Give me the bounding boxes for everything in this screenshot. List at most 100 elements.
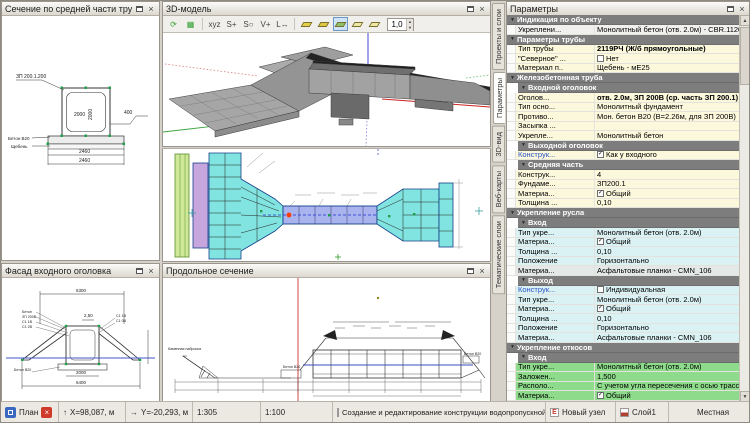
param-value[interactable]: 0,10: [595, 247, 739, 256]
param-row[interactable]: Засыпка ...: [507, 122, 739, 132]
param-value[interactable]: Монолитный бетон: [595, 131, 739, 140]
param-value[interactable]: С учетом угла пересечения с осью трассы: [595, 381, 739, 390]
param-row[interactable]: Заложен...1,500: [507, 372, 739, 382]
param-row[interactable]: Материа...✓Общий: [507, 305, 739, 315]
param-value[interactable]: ✓Общий: [595, 189, 739, 198]
float-window-icon[interactable]: [465, 266, 475, 276]
close-icon[interactable]: ×: [737, 4, 747, 14]
param-value[interactable]: 2119РЧ (Ж/б прямоугольные): [595, 44, 739, 53]
float-window-icon[interactable]: [134, 4, 144, 14]
param-section-header[interactable]: ▼Параметры трубы: [507, 35, 739, 45]
parameters-scrollbar[interactable]: ▲ ▼: [739, 15, 750, 402]
float-window-icon[interactable]: [465, 4, 475, 14]
param-row[interactable]: Толщина ...0,10: [507, 314, 739, 324]
param-row[interactable]: Материа...✓Общий: [507, 238, 739, 248]
plan-tab[interactable]: План ×: [1, 402, 59, 422]
param-value[interactable]: Горизонтально: [595, 323, 739, 332]
param-value[interactable]: 1,500: [595, 372, 739, 381]
plan-canvas[interactable]: [163, 149, 490, 261]
facade-titlebar[interactable]: Фасад входного оголовка ×: [2, 264, 159, 278]
param-section-header[interactable]: ▼Железобетонная труба: [507, 73, 739, 83]
param-row[interactable]: Толщина ...0,10: [507, 247, 739, 257]
slab-yellow-icon[interactable]: [316, 17, 331, 31]
checkbox[interactable]: [597, 286, 604, 293]
snap-s2-icon[interactable]: S○: [241, 17, 256, 31]
model3d-viewport[interactable]: [163, 33, 490, 146]
param-row[interactable]: ПоложениеГоризонтально: [507, 324, 739, 334]
param-value[interactable]: Монолитный бетон (отв. 2.0м): [595, 295, 739, 304]
param-section-header[interactable]: ▼Средняя часть: [518, 160, 739, 170]
slab-shaded-icon[interactable]: [333, 17, 348, 31]
param-section-header[interactable]: ▼Укрепление русла: [507, 208, 739, 218]
param-row[interactable]: Тип укре...Монолитный бетон (отв. 2.0м): [507, 228, 739, 238]
longitudinal-canvas[interactable]: Каменная наброска Бетон В20 Бетон В20: [163, 278, 490, 402]
param-row[interactable]: Конструк...✓Как у входного: [507, 151, 739, 161]
float-window-icon[interactable]: [134, 266, 144, 276]
refresh-icon[interactable]: ⟳: [166, 17, 181, 31]
param-row[interactable]: Укрепле...Монолитный бетон: [507, 131, 739, 141]
param-row[interactable]: Конструк...4: [507, 170, 739, 180]
param-row[interactable]: Тип осно...Монолитный фундамент: [507, 103, 739, 113]
param-row[interactable]: Фундаме...ЗП200.1: [507, 180, 739, 190]
longitudinal-titlebar[interactable]: Продольное сечение ×: [163, 264, 490, 278]
param-value[interactable]: Монолитный бетон (отв. 2.0м) - CBR.1120: [595, 25, 739, 34]
param-row[interactable]: Материал п..Щебень - мЕ25: [507, 64, 739, 74]
length-l-icon[interactable]: L↔: [275, 17, 290, 31]
param-section-header[interactable]: ▼Вход: [518, 218, 739, 228]
param-value[interactable]: 0,10: [595, 314, 739, 323]
checkbox[interactable]: ✓: [597, 238, 604, 245]
param-value[interactable]: 4: [595, 170, 739, 179]
checkbox[interactable]: ✓: [597, 392, 604, 399]
param-value[interactable]: Асфальтовые планки - CMN_106: [595, 266, 739, 275]
param-value[interactable]: Монолитный бетон (отв. 2.0м): [595, 362, 739, 371]
side-tab[interactable]: Параметры: [493, 72, 505, 124]
facade-canvas[interactable]: 5300 2,50 2000 6400 Бетон ЗП 200В С1 1В …: [2, 278, 159, 402]
param-section-header[interactable]: ▼Укрепление откосов: [507, 343, 739, 353]
status-scale-horizontal[interactable]: 1:305: [193, 402, 261, 422]
param-row[interactable]: Оголов...отв. 2.0м, ЗП 200В (ср. часть З…: [507, 93, 739, 103]
pipe-section-titlebar[interactable]: Сечение по средней части трубы ×: [2, 2, 159, 16]
side-tab[interactable]: Проекты и слои: [492, 3, 505, 70]
close-tab-icon[interactable]: ×: [41, 407, 52, 418]
param-row[interactable]: Противо...Мон. бетон В20 (В=2.26м, для З…: [507, 112, 739, 122]
param-row[interactable]: Толщина ...0,10: [507, 199, 739, 209]
param-value[interactable]: ✓Общий: [595, 237, 739, 246]
param-value[interactable]: ✓Как у входного: [595, 150, 739, 159]
side-tab[interactable]: Веб-карты: [492, 165, 505, 213]
regenerate-model-icon[interactable]: ▦: [183, 17, 198, 31]
close-icon[interactable]: ×: [477, 266, 487, 276]
param-value[interactable]: Нет: [595, 54, 739, 63]
xyz-axes-icon[interactable]: xyz: [207, 17, 222, 31]
param-value[interactable]: ✓Общий: [595, 391, 739, 400]
param-value[interactable]: Монолитный бетон (отв. 2.0м): [595, 228, 739, 237]
checkbox[interactable]: [597, 55, 604, 62]
close-icon[interactable]: ×: [146, 266, 156, 276]
param-row[interactable]: Располо...С учетом угла пересечения с ос…: [507, 382, 739, 392]
checkbox[interactable]: ✓: [597, 305, 604, 312]
snap-s1-icon[interactable]: S+: [224, 17, 239, 31]
close-icon[interactable]: ×: [477, 4, 487, 14]
close-icon[interactable]: ×: [146, 4, 156, 14]
param-row[interactable]: Конструк...Индивидуальная: [507, 286, 739, 296]
param-row[interactable]: Тип трубы2119РЧ (Ж/б прямоугольные): [507, 45, 739, 55]
scrollbar-thumb[interactable]: [740, 27, 750, 85]
param-row[interactable]: Укреплени...Монолитный бетон (отв. 2.0м)…: [507, 25, 739, 35]
status-node[interactable]: Е Новый узел: [546, 402, 616, 422]
slab-flat2-icon[interactable]: [367, 17, 382, 31]
side-tab[interactable]: Тематические слои: [492, 215, 505, 294]
param-row[interactable]: Материа...Асфальтовые планки - CMN_106: [507, 266, 739, 276]
param-row[interactable]: ПоложениеГоризонтально: [507, 257, 739, 267]
model3d-titlebar[interactable]: 3D-модель ×: [163, 2, 490, 16]
param-row[interactable]: Материа...✓Общий: [507, 189, 739, 199]
param-value[interactable]: Горизонтально: [595, 256, 739, 265]
parameters-titlebar[interactable]: Параметры ×: [507, 2, 750, 16]
param-row[interactable]: Тип укре...Монолитный бетон (отв. 2.0м): [507, 295, 739, 305]
checkbox[interactable]: ✓: [597, 151, 604, 158]
param-row[interactable]: "Северное" ...Нет: [507, 54, 739, 64]
param-section-header[interactable]: ▼Индикация по объекту: [507, 15, 739, 25]
param-row[interactable]: Материа...✓Общий: [507, 391, 739, 401]
status-layer[interactable]: Слой1: [616, 402, 669, 422]
param-value[interactable]: Асфальтовые планки - CMN_106: [595, 333, 739, 342]
param-value[interactable]: ✓Общий: [595, 304, 739, 313]
param-value[interactable]: ЗП200.1: [595, 179, 739, 188]
